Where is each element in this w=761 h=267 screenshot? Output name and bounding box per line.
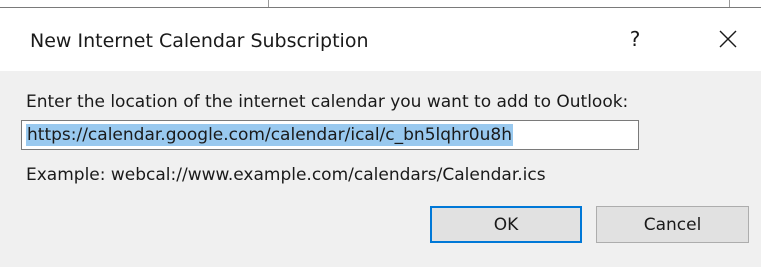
location-prompt-label: Enter the location of the internet calen… [26, 92, 629, 112]
help-button[interactable]: ? [615, 16, 655, 62]
close-icon [719, 30, 737, 48]
example-hint-label: Example: webcal://www.example.com/calend… [26, 165, 546, 185]
close-button[interactable] [705, 16, 751, 62]
background-divider [268, 0, 269, 7]
background-divider [729, 0, 730, 7]
dialog-title: New Internet Calendar Subscription [30, 30, 369, 52]
dialog-titlebar[interactable]: New Internet Calendar Subscription ? [0, 8, 761, 71]
ok-button[interactable]: OK [430, 206, 582, 243]
background-window-edge [0, 0, 761, 8]
calendar-url-input[interactable]: https://calendar.google.com/calendar/ica… [21, 120, 639, 150]
cancel-button[interactable]: Cancel [596, 206, 749, 243]
new-internet-calendar-dialog: New Internet Calendar Subscription ? Ent… [0, 0, 761, 267]
calendar-url-value[interactable]: https://calendar.google.com/calendar/ica… [26, 124, 513, 146]
